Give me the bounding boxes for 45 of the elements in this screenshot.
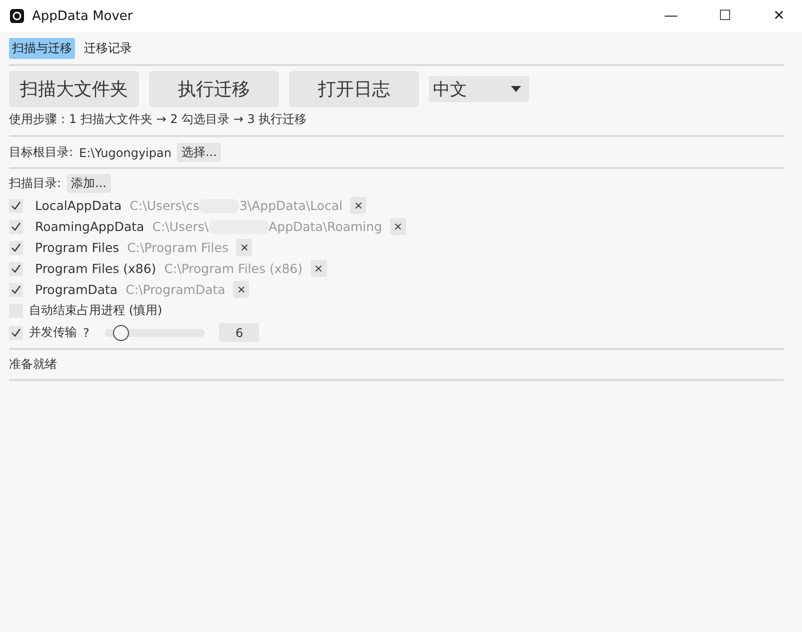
auto-kill-label: 自动结束占用进程 (慎用)	[29, 302, 162, 319]
toolbar-button[interactable]: 执行迁移	[149, 71, 279, 107]
checkbox[interactable]	[9, 198, 23, 212]
directory-path: C:\Program Files	[127, 240, 228, 255]
directory-name: Program Files (x86)	[35, 261, 156, 276]
target-label: 目标根目录:	[9, 144, 74, 161]
checkbox[interactable]	[9, 220, 23, 234]
checkbox[interactable]	[9, 240, 23, 254]
choose-button[interactable]: 选择...	[177, 143, 221, 162]
directory-path: C:\Users\cs 3\AppData\Local	[130, 198, 342, 214]
status-text: 准备就绪	[9, 356, 57, 373]
directory-path: C:\ProgramData	[126, 282, 226, 297]
window-control[interactable]: —	[648, 8, 694, 24]
checkbox[interactable]	[9, 326, 23, 340]
app-icon	[10, 9, 24, 23]
window-control[interactable]: ☐	[702, 8, 748, 24]
steps-text: 使用步骤：1 扫描大文件夹 → 2 勾选目录 → 3 执行迁移	[9, 111, 307, 128]
help-mark[interactable]: ?	[83, 326, 90, 340]
toolbar-button[interactable]: 扫描大文件夹	[9, 71, 139, 107]
slider-thumb[interactable]	[113, 324, 130, 340]
remove-button[interactable]: ×	[350, 197, 366, 214]
toolbar-button[interactable]: 打开日志	[289, 71, 419, 107]
target-path: E:\Yugongyipan	[79, 146, 172, 160]
remove-button[interactable]: ×	[390, 218, 406, 235]
tab[interactable]: 扫描与迁移	[9, 38, 75, 59]
directory-name: Program Files	[35, 240, 120, 255]
language-dropdown[interactable]: 中文	[429, 76, 529, 102]
directory-name: ProgramData	[35, 282, 118, 297]
concurrency-value[interactable]: 6	[219, 323, 260, 342]
directory-name: LocalAppData	[35, 198, 122, 213]
concurrency-label: 并发传输	[29, 324, 77, 341]
remove-button[interactable]: ×	[233, 281, 250, 298]
add-button[interactable]: 添加...	[67, 174, 110, 193]
directory-path: C:\Program Files (x86)	[164, 261, 303, 276]
window-control[interactable]: ✕	[756, 8, 802, 24]
remove-button[interactable]: ×	[310, 260, 327, 277]
directory-path: C:\Users\ AppData\Roaming	[152, 218, 382, 234]
scan-label: 扫描目录:	[9, 175, 62, 192]
window-title: AppData Mover	[32, 8, 134, 24]
checkbox[interactable]	[9, 282, 23, 296]
caret-icon	[511, 86, 521, 92]
tab[interactable]: 迁移记录	[81, 38, 135, 59]
directory-name: RoamingAppData	[35, 219, 144, 234]
checkbox[interactable]	[9, 262, 23, 276]
remove-button[interactable]: ×	[236, 239, 252, 256]
